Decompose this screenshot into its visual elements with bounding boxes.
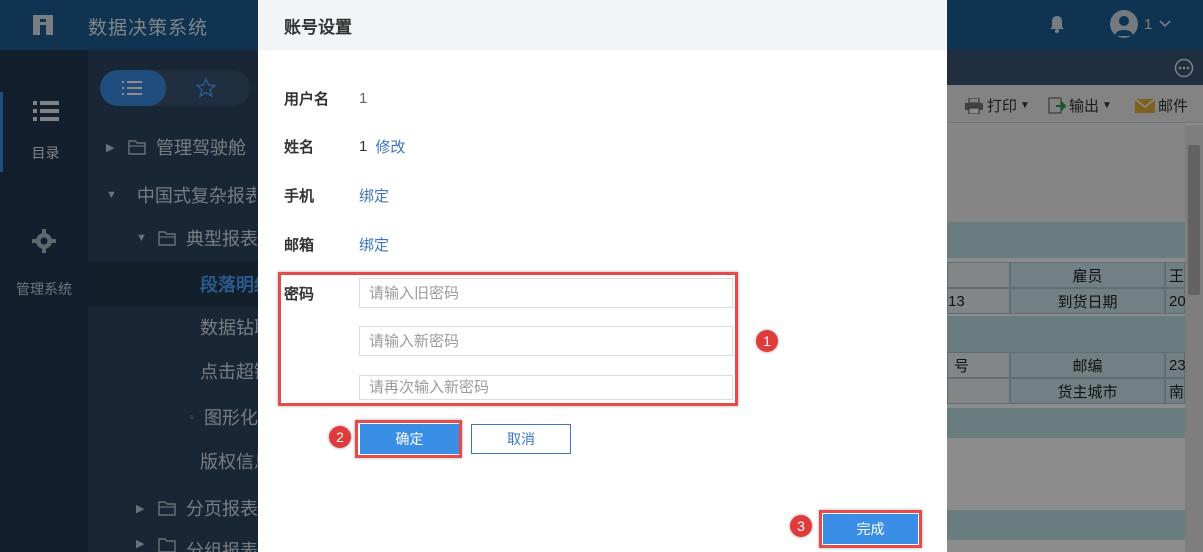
phone-row: 手机 绑定 bbox=[284, 185, 389, 206]
name-label: 姓名 bbox=[284, 139, 315, 156]
bind-email-link[interactable]: 绑定 bbox=[359, 234, 389, 255]
dialog-title: 账号设置 bbox=[258, 0, 947, 50]
step2-badge: 2 bbox=[329, 426, 351, 448]
phone-label: 手机 bbox=[284, 188, 315, 205]
step3-badge: 3 bbox=[790, 515, 812, 537]
username-row: 用户名 1 bbox=[284, 88, 367, 109]
step1-highlight bbox=[278, 272, 738, 406]
name-value: 1 bbox=[359, 138, 368, 155]
bind-phone-link[interactable]: 绑定 bbox=[359, 185, 389, 206]
username-label: 用户名 bbox=[284, 91, 330, 108]
cancel-button[interactable]: 取消 bbox=[471, 424, 571, 454]
name-row: 姓名 1 修改 bbox=[284, 136, 405, 157]
step3-highlight bbox=[819, 510, 922, 548]
username-value: 1 bbox=[359, 90, 368, 107]
edit-name-link[interactable]: 修改 bbox=[375, 136, 405, 157]
step1-badge: 1 bbox=[756, 330, 778, 352]
step2-highlight bbox=[355, 420, 462, 458]
email-label: 邮箱 bbox=[284, 237, 315, 254]
email-row: 邮箱 绑定 bbox=[284, 234, 389, 255]
